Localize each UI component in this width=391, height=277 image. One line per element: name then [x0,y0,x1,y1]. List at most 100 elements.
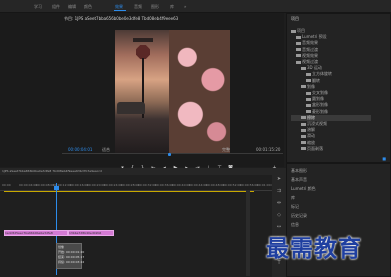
tree-item-label: 音频效果 [302,40,318,46]
tree-item[interactable]: 视频效果 [291,53,318,59]
clip-label: 13bbe7d8b40ed02b6 [69,231,102,235]
panel-lumetri-color[interactable]: Lumetri 颜色 [291,186,316,192]
source-panel [0,13,61,167]
new-bin-icon[interactable]: ■ [382,156,386,161]
timeline-ruler[interactable]: 00:00 00:00:04:00 00:00:08:00 00:00:12:00 00… [0,182,275,191]
panel-markers[interactable]: 标记 [291,204,299,210]
tree-item[interactable]: 页面剥落 [291,146,323,152]
folder-icon [296,60,301,64]
playhead-handle[interactable] [54,186,59,190]
panel-history[interactable]: 历史记录 [291,213,307,219]
workspace-tab-graphics[interactable]: 图形 [151,4,159,10]
folder-icon [306,97,311,101]
panel-info[interactable]: 信息 [291,222,299,228]
sequence-tab[interactable]: 1JPS aSeet7bba656b0be0e3dfe8 7bd08eb4f9e… [2,169,172,173]
panel-essential-sound[interactable]: 基本声音 [291,177,307,183]
selection-tool-icon[interactable]: ➤ [276,176,282,182]
tree-item-label: 缩放 [307,139,315,145]
folder-icon [296,41,301,45]
tree-item-label: 滑动 [307,133,315,139]
program-monitor-tab[interactable]: 节目: 1JPS aSeet7bba656b0be0e3dfe8 Tbd08eb… [64,16,214,22]
timeline-tab-bar: 1JPS aSeet7bba656b0be0e3dfe8 7bd08eb4f9e… [0,168,272,175]
tree-item-label: 视频过渡 [302,59,318,64]
program-video-frame [115,30,230,154]
panel-libraries[interactable]: 库 [291,195,295,201]
tree-item[interactable]: 立方体旋转 [291,71,332,77]
panel-essential-graphics[interactable]: 基本图形 [291,168,307,174]
tree-item[interactable]: 翻转 [291,78,320,84]
track-select-icon[interactable]: ⇉ [276,188,282,194]
ruler-tick-label: 00:00:28:00 [121,183,140,187]
tooltip-duration: 持续: 00:00:03:22 [58,260,85,264]
tree-item-label: 划像 [307,83,315,89]
timeline-clip[interactable]: 1edc8d5eec7ba66b0be0e3dfe8 [4,230,68,236]
tree-item[interactable]: 滑动 [291,133,315,139]
tree-item-label: 页面剥落 [307,145,323,151]
ruler-tick-label: 00:00:36:00 [155,183,174,187]
ruler-tick-label: 00:00:08:00 [36,183,55,187]
workspace-tab-libraries[interactable]: 库 [170,4,174,10]
monitor-time-ruler[interactable] [62,153,283,159]
ruler-tick-label: 00:00:44:00 [189,183,208,187]
workspace-tab-color[interactable]: 颜色 [84,4,92,10]
tree-item[interactable]: 盒形划像 [291,102,328,108]
folder-icon [301,134,306,138]
stop-sign [136,45,150,59]
ruler-tick-label: 00:00:16:00 [70,183,89,187]
tree-item[interactable]: 音频效果 [291,40,318,46]
tree-item-label: 沉浸式视频 [307,121,327,126]
folder-icon [301,85,306,89]
ruler-tick-label: 00:00:24:00 [104,183,123,187]
ruler-tick-label: 00:00:40:00 [172,183,191,187]
folder-icon [306,72,311,76]
ripple-edit-icon[interactable]: ⇹ [276,200,282,206]
folder-icon [306,79,311,83]
folder-icon [291,29,296,33]
tree-item[interactable]: 划像 [291,84,315,90]
video-clip-sunset [115,30,169,154]
transition-tooltip: 划像 开始: 00:00:01:20 结束: 00:00:05:17 持续: 0… [56,243,85,269]
project-panel: 项目 项目 Lumetri 预设 音频效果 音频过渡 视频效果 视频过渡 3D 运动 立方体旋… [286,13,391,163]
tree-item-label: 翻转 [312,77,320,83]
folder-icon [301,147,306,151]
tree-item[interactable]: 缩放 [291,140,315,146]
timeline-scrollbar[interactable] [246,190,250,276]
playhead-timecode[interactable]: 00:00:04:01 [68,147,92,152]
tree-item[interactable]: 音频过渡 [291,47,318,53]
ruler-tick-label: 00:00:48:00 [206,183,225,187]
workspace-tab-assembly[interactable]: 组件 [52,4,60,10]
workspace-tab-learn[interactable]: 学习 [34,4,42,10]
workspace-tab-editing[interactable]: 编辑 [68,4,76,10]
video-clip-roses [169,30,230,154]
tree-item-label: 圆划像 [312,96,324,102]
timeline-clip[interactable]: 13bbe7d8b40ed02b6 [68,230,114,236]
tree-item[interactable]: 菱形划像 [291,109,328,115]
tree-item-label: 菱形划像 [312,108,328,114]
folder-icon [306,91,311,95]
folder-icon [306,103,311,107]
tree-item-label: 音频过渡 [302,46,318,52]
project-panel-title[interactable]: 项目 [291,16,299,22]
tree-item-label: 3D 运动 [307,65,322,71]
folder-icon [296,48,301,52]
monitor-playhead[interactable] [168,153,171,156]
workspace-tab-audio[interactable]: 音频 [134,4,142,10]
tree-item-label: 擦除 [307,114,315,120]
watermark-logo: 最需教育 [266,235,362,262]
program-monitor: 节目: 1JPS aSeet7bba656b0be0e3dfe8 Tbd08eb… [61,13,284,167]
tree-item[interactable]: 擦除 [291,114,371,121]
car-silhouette [117,102,145,114]
ruler-tick-label: 00:00:20:00 [87,183,106,187]
tree-item-label: 项目 [297,28,305,33]
folder-icon [301,141,306,145]
folder-icon [301,66,306,70]
ruler-tick-label: 00:00:56:00 [240,183,259,187]
ruler-tick-label: 00:00:04:00 [19,183,38,187]
tree-item-label: 盒形划像 [312,102,328,108]
tree-item-label: 立方体旋转 [312,71,332,77]
workspace-overflow[interactable]: » [184,4,186,9]
work-area-bar[interactable] [4,191,254,192]
ruler-tick-label: 00:00 [2,183,11,187]
razor-tool-icon[interactable]: ◇ [276,212,282,218]
folder-icon [296,54,301,58]
